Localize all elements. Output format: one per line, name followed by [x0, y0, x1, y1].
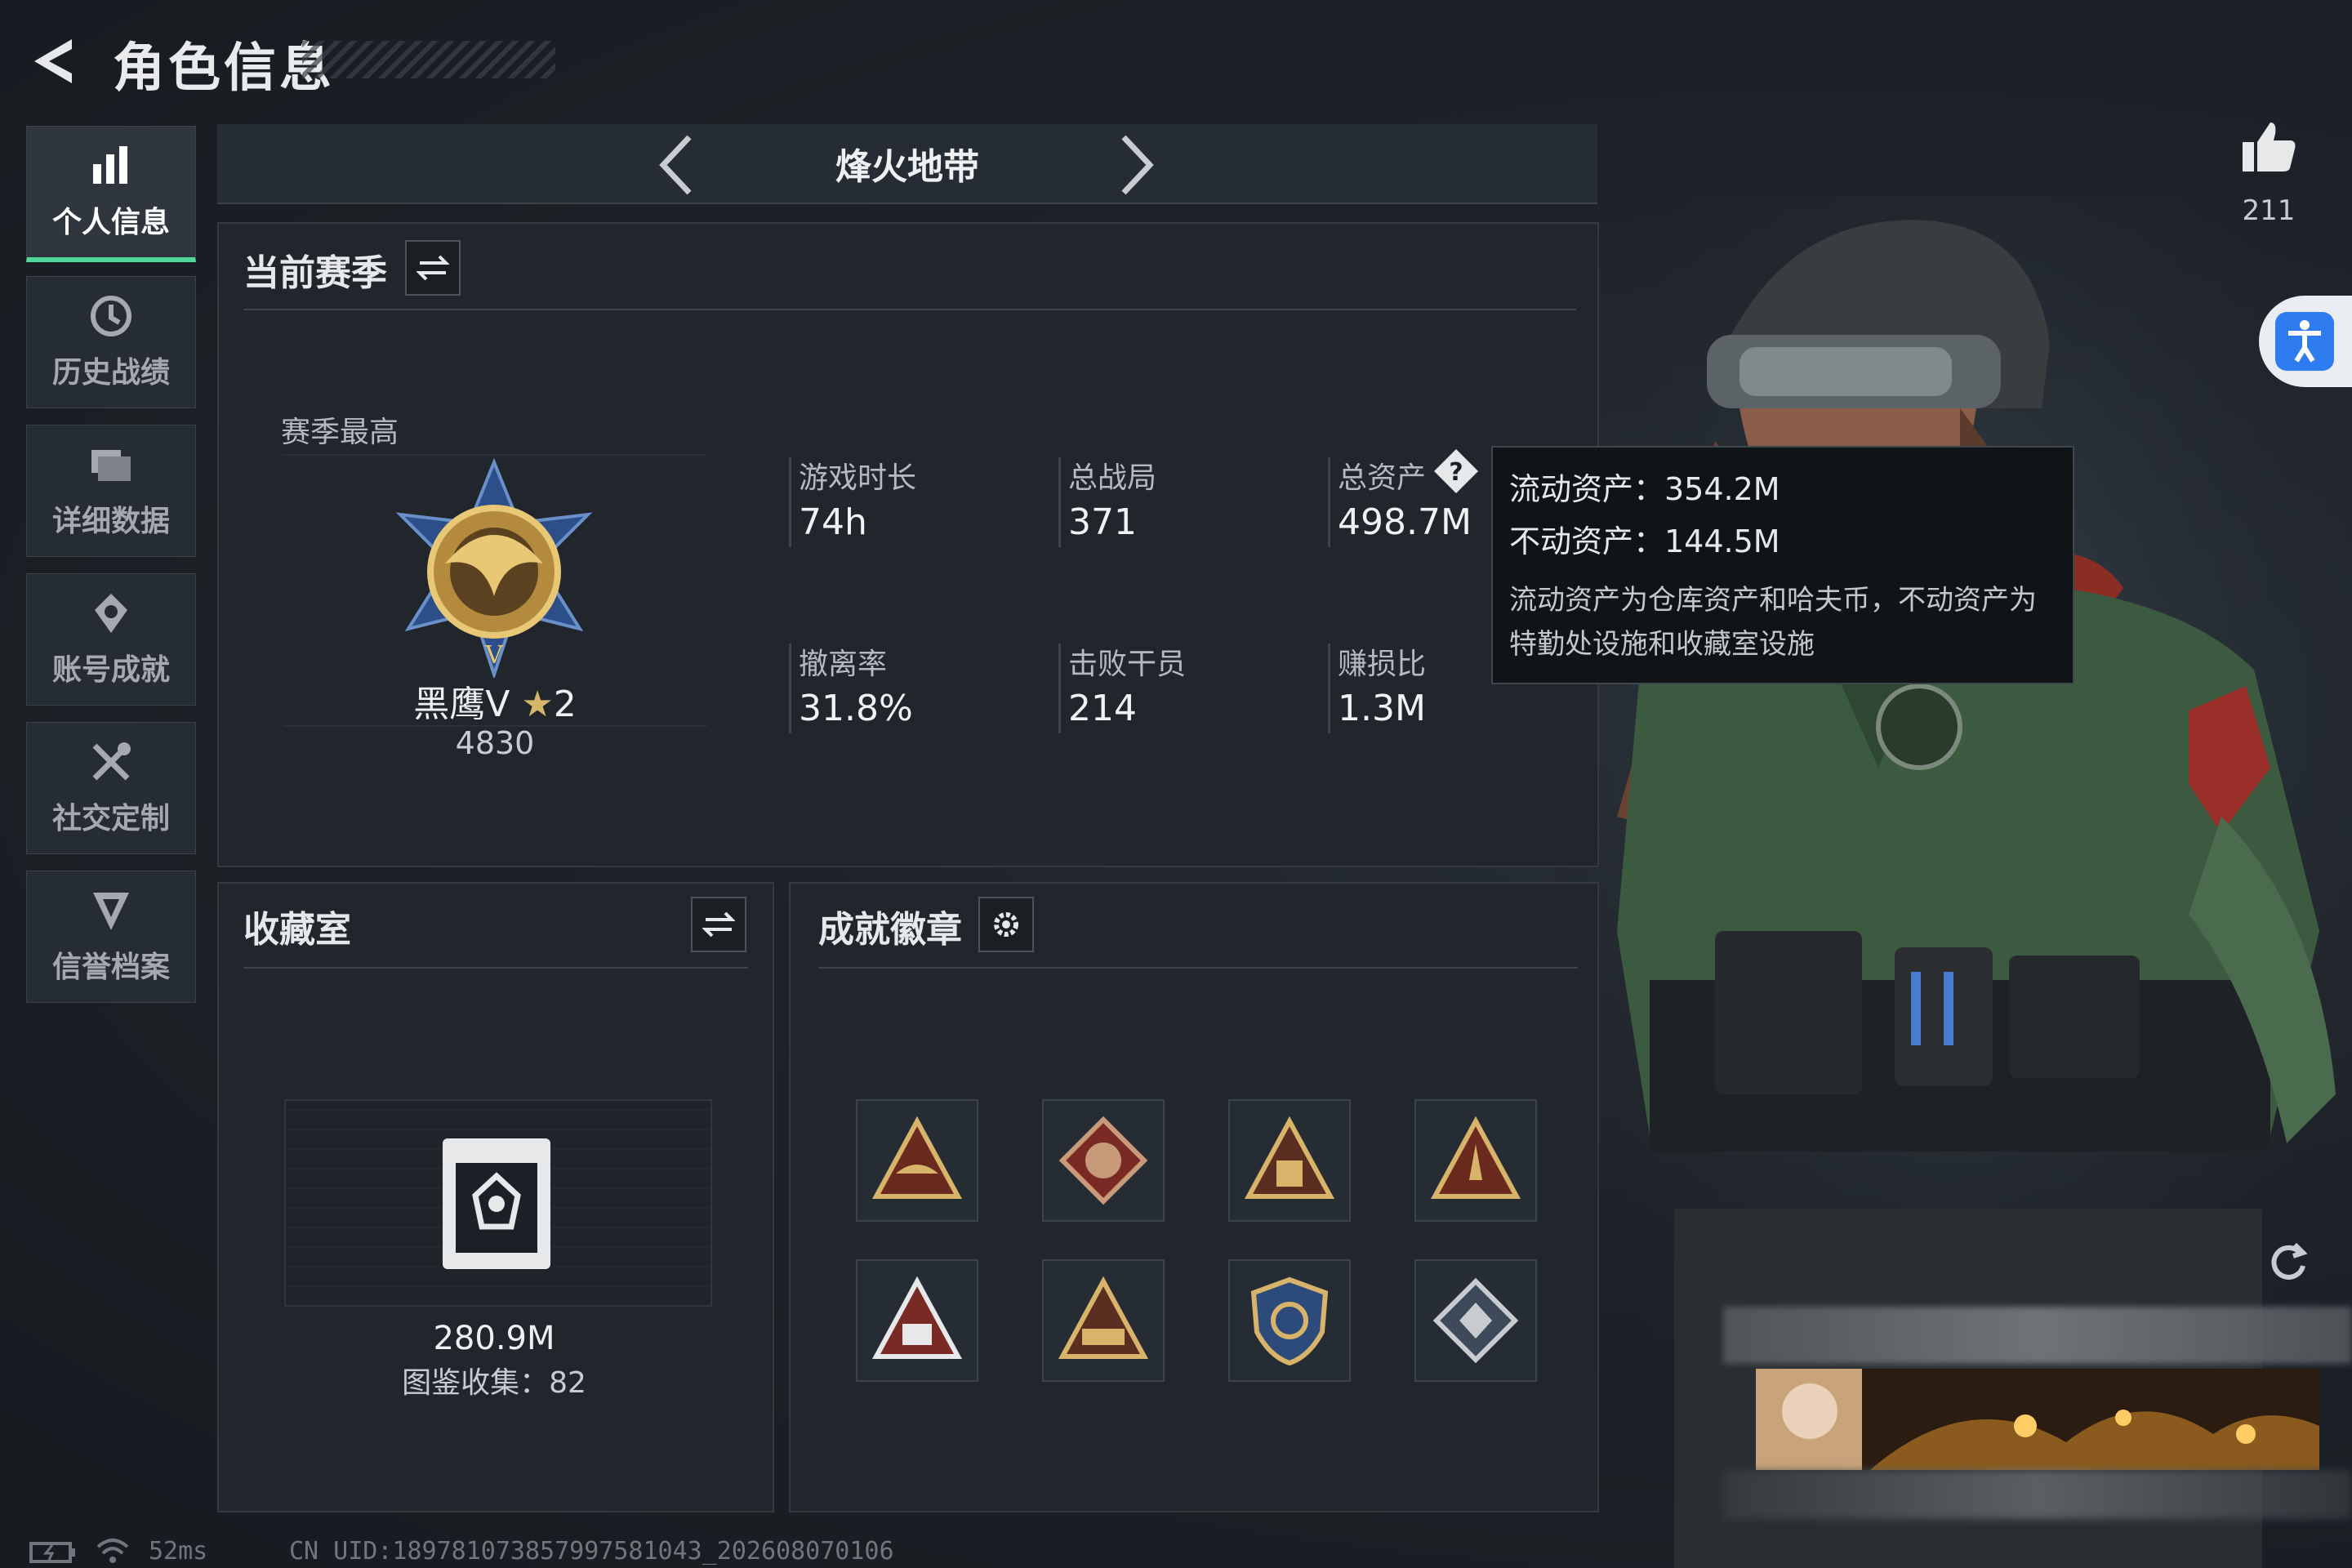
likes-count: 211 [2242, 194, 2296, 227]
rank-name: 黑鹰V [413, 684, 510, 725]
rank-score: 4830 [455, 725, 535, 761]
tooltip-fixed-assets: 不动资产：144.5M [1509, 523, 1780, 559]
season-title: 当前赛季 [243, 252, 387, 294]
nav-label: 历史战绩 [51, 356, 170, 390]
svg-text:V: V [484, 641, 504, 670]
badges-settings-button[interactable] [978, 897, 1034, 952]
stat-label-matches: 总战局 [1068, 461, 1157, 495]
help-icon[interactable]: ? [1432, 448, 1480, 495]
stat-label-kills: 击败干员 [1068, 648, 1187, 681]
collection-switch-button[interactable] [691, 897, 746, 952]
blurred-bottom-strip [1723, 1470, 2352, 1519]
stat-divider [789, 644, 791, 733]
nav-item-history[interactable]: 历史战绩 [26, 276, 196, 408]
collection-value: 280.9M [433, 1320, 555, 1357]
nav-item-credit[interactable]: 信誉档案 [26, 871, 196, 1003]
badges-divider [818, 967, 1578, 969]
stat-value-playtime: 74h [799, 501, 867, 543]
squad-badge-icon [1244, 1116, 1335, 1199]
collection-divider [243, 967, 748, 969]
gear-icon [994, 912, 1018, 937]
blurred-name-strip [1723, 1307, 2352, 1364]
badge-slot[interactable] [856, 1099, 978, 1222]
badge-slot[interactable] [1042, 1099, 1165, 1222]
stat-divider [1058, 457, 1061, 547]
dragon-badge-icon [1058, 1116, 1148, 1205]
stat-value-assets: 498.7M [1338, 501, 1472, 543]
badge-slot[interactable] [856, 1259, 978, 1382]
bar-chart-icon [93, 146, 127, 184]
stat-value-matches: 371 [1068, 501, 1137, 543]
folder-icon [91, 450, 131, 481]
ping-text: 52ms [149, 1537, 208, 1566]
swap-icon [702, 911, 735, 938]
vault-icon[interactable] [438, 1130, 555, 1274]
nav-item-social[interactable]: 社交定制 [26, 722, 196, 854]
badge-slot[interactable] [1414, 1259, 1537, 1382]
stat-label-profit-ratio: 赚损比 [1338, 648, 1427, 681]
svg-text:?: ? [1449, 458, 1463, 487]
rotate-icon[interactable] [2267, 1236, 2310, 1285]
uid-text: CN UID:18978107385799758104З_20260807010… [289, 1537, 894, 1566]
tools-icon [92, 742, 131, 781]
tooltip-description: 流动资产为仓库资产和哈夫币，不动资产为特勤处设施和收藏室设施 [1509, 584, 2037, 661]
achievement-icon [95, 594, 127, 633]
assets-tooltip: 流动资产：354.2M 不动资产：144.5M 流动资产为仓库资产和哈夫币，不动… [1491, 446, 2074, 684]
battery-icon [29, 1542, 75, 1563]
stat-value-extract-rate: 31.8% [799, 688, 913, 729]
tooltip-liquid-assets: 流动资产：354.2M [1509, 471, 1780, 507]
season-best-label: 赛季最高 [281, 416, 399, 449]
nav-item-personal-info[interactable]: 个人信息 [26, 126, 196, 262]
badges-title: 成就徽章 [818, 909, 962, 951]
stat-divider [789, 457, 791, 547]
nav-label: 社交定制 [51, 802, 170, 835]
shield-badge-icon [1250, 1276, 1329, 1366]
rank-stars: 2 [553, 684, 577, 725]
history-icon [91, 296, 131, 336]
next-mode-arrow-icon[interactable] [1111, 132, 1160, 198]
thumbs-up-icon[interactable] [2239, 118, 2298, 176]
boat-badge-icon [871, 1116, 963, 1199]
nav-item-achievements[interactable]: 账号成就 [26, 573, 196, 706]
stat-divider [1328, 457, 1330, 547]
stat-label-playtime: 游戏时长 [799, 461, 917, 495]
nav-label: 个人信息 [51, 206, 170, 239]
season-switch-button[interactable] [405, 240, 461, 296]
mode-title: 烽火地带 [835, 146, 979, 188]
season-divider [243, 309, 1576, 310]
badge-slot[interactable] [1228, 1259, 1351, 1382]
collection-count: 图鉴收集：82 [402, 1366, 586, 1400]
nav-label: 账号成就 [51, 653, 170, 687]
wifi-icon [96, 1539, 129, 1563]
back-arrow-icon[interactable] [24, 33, 82, 90]
name-card-banner [1756, 1369, 2319, 1470]
star-icon: ★ [521, 684, 554, 725]
stat-label-assets: 总资产 [1338, 461, 1427, 495]
rank-name-row: 黑鹰V ★2 [283, 675, 707, 727]
nav-item-details[interactable]: 详细数据 [26, 425, 196, 557]
badge-slot[interactable] [1042, 1259, 1165, 1382]
rocket-badge-icon [1430, 1116, 1521, 1199]
diamond-badge-icon [1432, 1277, 1519, 1364]
rank-emblem-icon: V [395, 457, 593, 678]
stat-divider [1328, 644, 1330, 733]
nav-label: 信誉档案 [51, 951, 170, 984]
stat-label-extract-rate: 撤离率 [799, 648, 888, 681]
vehicle-badge-icon [1058, 1276, 1149, 1359]
collection-title: 收藏室 [243, 909, 351, 951]
nav-label: 详细数据 [51, 505, 170, 538]
swap-icon [416, 255, 449, 281]
title-decoration [302, 41, 555, 78]
badge-slot[interactable] [1414, 1099, 1537, 1222]
crate-badge-icon [871, 1276, 963, 1359]
stat-value-kills: 214 [1068, 688, 1137, 729]
stat-divider [1058, 644, 1061, 733]
stat-value-profit-ratio: 1.3M [1338, 688, 1426, 729]
badge-slot[interactable] [1228, 1099, 1351, 1222]
credit-icon [93, 893, 129, 930]
accessibility-icon [2275, 312, 2334, 371]
accessibility-button[interactable] [2259, 296, 2352, 387]
